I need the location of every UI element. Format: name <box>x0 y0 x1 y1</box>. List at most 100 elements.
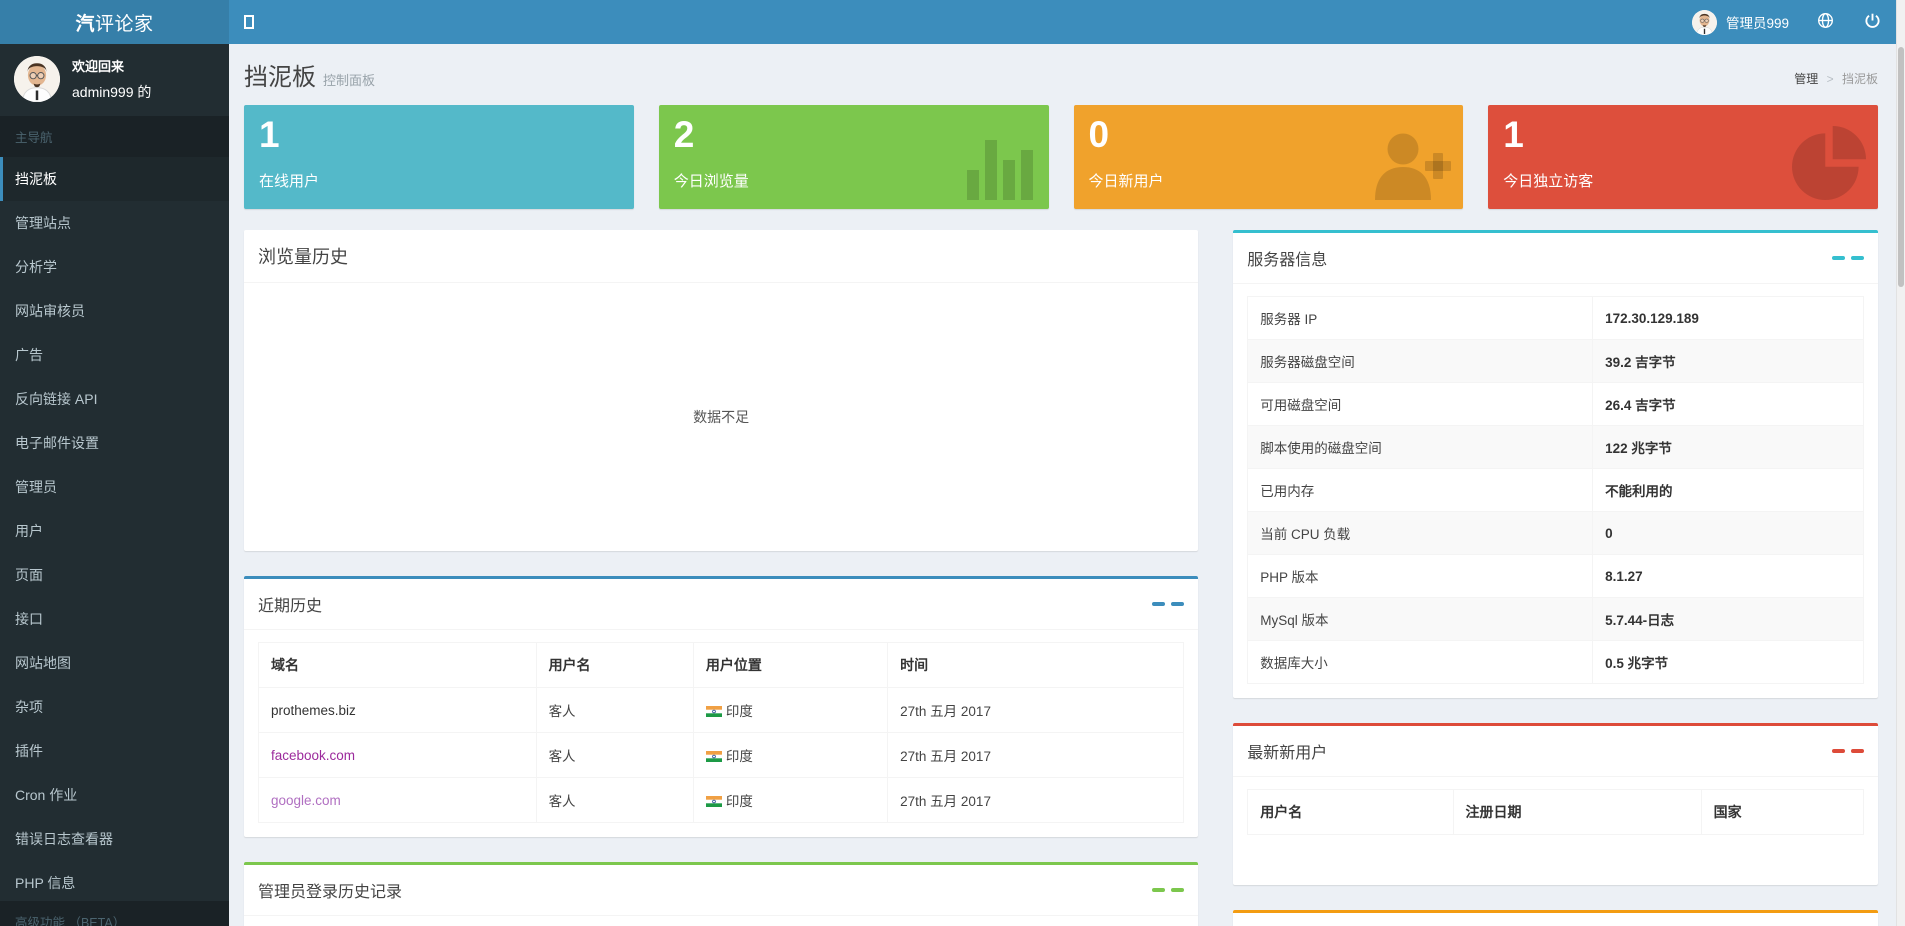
navbar-username: 管理员999 <box>1726 12 1789 32</box>
domain-cell: facebook.com <box>259 733 537 778</box>
time-cell: 27th 五月 2017 <box>888 778 1184 823</box>
info-label: MySql 版本 <box>1248 598 1593 641</box>
domain-cell: google.com <box>259 778 537 823</box>
info-value: 39.2 吉字节 <box>1593 340 1864 383</box>
sidebar-toggle-button[interactable] <box>244 0 274 44</box>
page-title: 挡泥板控制面板 <box>244 57 375 92</box>
page-subtitle: 控制面板 <box>323 73 375 88</box>
right-column: 服务器信息 服务器 IP 172.30.129.189 <box>1233 230 1878 926</box>
box-tools <box>1152 602 1184 606</box>
sidebar-item[interactable]: Cron 作业 <box>0 773 229 817</box>
info-value: 0.5 兆字节 <box>1593 641 1864 684</box>
column-header: 用户名 <box>1248 790 1453 835</box>
avatar <box>14 56 60 102</box>
sidebar-beta-header: 高级功能 （BETA） <box>0 901 229 926</box>
sidebar-item[interactable]: 电子邮件设置 <box>0 421 229 465</box>
info-label: 当前 CPU 负载 <box>1248 512 1593 555</box>
sidebar-menu: 挡泥板管理站点分析学网站审核员广告反向链接 API电子邮件设置管理员用户页面接口… <box>0 157 229 905</box>
remove-button[interactable] <box>1171 602 1184 606</box>
traffic-chart-area: 数据不足 <box>244 283 1198 551</box>
table-row: google.com 客人 印度 <box>259 778 1184 823</box>
info-label: 可用磁盘空间 <box>1248 383 1593 426</box>
domain-link[interactable]: prothemes.biz <box>271 703 356 718</box>
sidebar-item[interactable]: 挡泥板 <box>0 157 229 201</box>
sidebar-item[interactable]: 插件 <box>0 729 229 773</box>
brand-logo-bold: 汽 <box>75 9 95 36</box>
collapse-button[interactable] <box>1832 749 1845 753</box>
sidebar-item[interactable]: 错误日志查看器 <box>0 817 229 861</box>
sidebar-item[interactable]: 页面 <box>0 553 229 597</box>
welcome-text: 欢迎回来 <box>72 56 151 75</box>
info-label: PHP 版本 <box>1248 555 1593 598</box>
column-header: 用户名 <box>536 643 693 688</box>
sidebar-item[interactable]: 管理员 <box>0 465 229 509</box>
info-label: 脚本使用的磁盘空间 <box>1248 426 1593 469</box>
info-value: 26.4 吉字节 <box>1593 383 1864 426</box>
box-title: 服务器信息 <box>1247 246 1327 270</box>
server-info-box: 服务器信息 服务器 IP 172.30.129.189 <box>1233 230 1878 698</box>
sidebar-item[interactable]: 网站审核员 <box>0 289 229 333</box>
language-button[interactable] <box>1802 0 1849 44</box>
user-menu[interactable]: 管理员999 <box>1679 0 1802 44</box>
newest-users-table: 用户名注册日期国家 <box>1247 789 1864 835</box>
sidebar-item[interactable]: 管理站点 <box>0 201 229 245</box>
collapse-button[interactable] <box>1152 602 1165 606</box>
brand-logo-rest: 评论家 <box>95 9 154 36</box>
recent-history-box: 近期历史 域名用户名用户位置时间 <box>244 576 1198 837</box>
box-header: 管理员登录历史记录 <box>244 865 1198 916</box>
scrollbar-thumb[interactable] <box>1898 47 1904 287</box>
stat-label: 在线用户 <box>259 170 619 191</box>
sidebar-item[interactable]: 杂项 <box>0 685 229 729</box>
sidebar-item[interactable]: 广告 <box>0 333 229 377</box>
info-value: 不能利用的 <box>1593 469 1864 512</box>
server-info-row: 数据库大小 0.5 兆字节 <box>1248 641 1864 684</box>
collapse-button[interactable] <box>1152 888 1165 892</box>
info-value: 172.30.129.189 <box>1593 297 1864 340</box>
brand-logo[interactable]: 汽评论家 <box>0 0 229 44</box>
admin-login-history-box: 管理员登录历史记录 登录日期知识产权国家浏览器 <box>244 862 1198 926</box>
info-value: 5.7.44-日志 <box>1593 598 1864 641</box>
sidebar-item[interactable]: 分析学 <box>0 245 229 289</box>
sidebar-nav-header: 主导航 <box>0 116 229 157</box>
remove-button[interactable] <box>1851 749 1864 753</box>
newest-users-box: 最新新用户 用户名注册日期国家 <box>1233 723 1878 885</box>
power-icon <box>1864 12 1881 32</box>
sidebar-item[interactable]: PHP 信息 <box>0 861 229 905</box>
remove-button[interactable] <box>1851 256 1864 260</box>
server-info-row: 已用内存 不能利用的 <box>1248 469 1864 512</box>
user-plus-icon <box>1369 130 1451 203</box>
column-header: 时间 <box>888 643 1184 688</box>
server-info-table: 服务器 IP 172.30.129.189 服务器磁盘空间 39.2 吉字节 <box>1247 296 1864 684</box>
sidebar-item[interactable]: 网站地图 <box>0 641 229 685</box>
box-title: 近期历史 <box>258 592 322 616</box>
india-flag-icon <box>706 706 722 717</box>
sidebar-item[interactable]: 接口 <box>0 597 229 641</box>
location-cell: 印度 <box>693 778 887 823</box>
sidebar-user-panel: 欢迎回来 admin999 的 <box>0 44 229 116</box>
domain-link[interactable]: google.com <box>271 793 341 808</box>
collapse-button[interactable] <box>1832 256 1845 260</box>
user-cell: 客人 <box>536 688 693 733</box>
avatar <box>1692 10 1717 35</box>
location-text: 印度 <box>726 749 753 764</box>
server-info-row: 可用磁盘空间 26.4 吉字节 <box>1248 383 1864 426</box>
india-flag-icon <box>706 796 722 807</box>
box-header: 近期历史 <box>244 579 1198 630</box>
box-header: 服务器信息 <box>1233 233 1878 284</box>
sidebar-item[interactable]: 反向链接 API <box>0 377 229 421</box>
sidebar-item[interactable]: 用户 <box>0 509 229 553</box>
page-scrollbar[interactable] <box>1896 0 1905 926</box>
remove-button[interactable] <box>1171 888 1184 892</box>
box-tools <box>1832 749 1864 753</box>
stat-box-unique-visitors-today: 1 今日独立访客 <box>1488 105 1878 209</box>
server-info-row: 当前 CPU 负载 0 <box>1248 512 1864 555</box>
domain-link[interactable]: facebook.com <box>271 748 355 763</box>
india-flag-icon <box>706 751 722 762</box>
logout-button[interactable] <box>1849 0 1896 44</box>
column-header: 注册日期 <box>1453 790 1701 835</box>
breadcrumb-parent-link[interactable]: 管理 <box>1794 72 1818 86</box>
location-cell: 印度 <box>693 688 887 733</box>
box-title: 浏览量历史 <box>258 243 348 269</box>
box-header: 最新新用户 <box>1233 726 1878 777</box>
stat-row: 1 在线用户 2 今日浏览量 0 今日新用户 <box>244 105 1878 209</box>
